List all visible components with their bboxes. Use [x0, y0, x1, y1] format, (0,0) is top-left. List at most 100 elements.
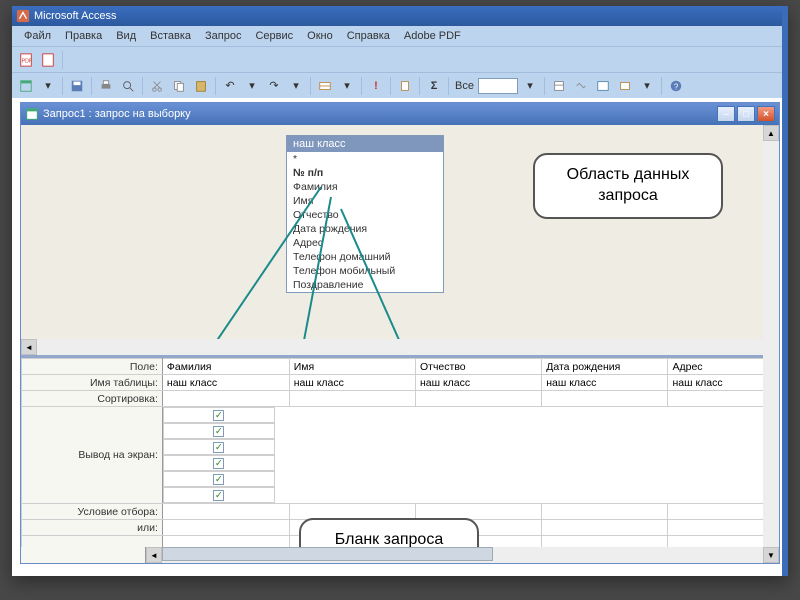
- grid-cell[interactable]: наш класс: [289, 375, 415, 391]
- menu-query[interactable]: Запрос: [199, 29, 247, 43]
- field-item-pk[interactable]: № п/п: [287, 166, 443, 180]
- menu-insert[interactable]: Вставка: [144, 29, 197, 43]
- undo-icon[interactable]: ↶: [220, 76, 240, 96]
- application-window: Microsoft Access Файл Правка Вид Вставка…: [12, 6, 788, 576]
- grid-cell[interactable]: [162, 504, 289, 520]
- save-icon[interactable]: [67, 76, 87, 96]
- menu-view[interactable]: Вид: [110, 29, 142, 43]
- grid-cell[interactable]: Дата рождения: [542, 359, 668, 375]
- child-titlebar: Запрос1 : запрос на выборку – □ ×: [21, 103, 779, 125]
- design-hscrollbar[interactable]: ◄ ►: [21, 339, 779, 355]
- query-design-window: Запрос1 : запрос на выборку – □ × наш кл…: [20, 102, 780, 564]
- grid-cell-show[interactable]: ✓: [163, 439, 275, 455]
- table-fieldlist[interactable]: наш класс * № п/п Фамилия Имя Отчество Д…: [286, 135, 444, 293]
- scroll-up-icon[interactable]: ▲: [763, 125, 779, 141]
- field-item[interactable]: Отчество: [287, 208, 443, 222]
- grid-cell[interactable]: [162, 520, 289, 536]
- svg-text:?: ?: [674, 82, 679, 91]
- pdf-icon[interactable]: PDF: [16, 50, 36, 70]
- chevron-down-icon[interactable]: ▾: [38, 76, 58, 96]
- print-icon[interactable]: [96, 76, 116, 96]
- scroll-down-icon[interactable]: ▼: [763, 547, 779, 563]
- run-icon[interactable]: !: [366, 76, 386, 96]
- fieldlist-title: наш класс: [287, 136, 443, 152]
- cut-icon[interactable]: [147, 76, 167, 96]
- grid-cell[interactable]: [415, 391, 541, 407]
- grid-cell[interactable]: [162, 391, 289, 407]
- showtable-icon[interactable]: [395, 76, 415, 96]
- chevron-down-icon[interactable]: ▾: [242, 76, 262, 96]
- rowlabel-criteria: Условие отбора:: [22, 504, 163, 520]
- field-item[interactable]: Поздравление: [287, 278, 443, 292]
- grid-cell[interactable]: [542, 520, 668, 536]
- grid-cell[interactable]: [542, 391, 668, 407]
- field-item[interactable]: Имя: [287, 194, 443, 208]
- rowlabel-show: Вывод на экран:: [22, 407, 163, 504]
- child-title: Запрос1 : запрос на выборку: [43, 108, 191, 120]
- grid-cell[interactable]: Фамилия: [162, 359, 289, 375]
- rowlabel-sort: Сортировка:: [22, 391, 163, 407]
- grid-cell[interactable]: наш класс: [542, 375, 668, 391]
- grid-hscrollbar[interactable]: ◄ ►: [21, 547, 779, 563]
- chevron-down-icon[interactable]: ▾: [520, 76, 540, 96]
- preview-icon[interactable]: [118, 76, 138, 96]
- rowlabel-field: Поле:: [22, 359, 163, 375]
- grid-cell-show[interactable]: ✓: [163, 407, 275, 423]
- menubar: Файл Правка Вид Вставка Запрос Сервис Ок…: [12, 26, 788, 46]
- callout-data-area: Область данных запроса: [533, 153, 723, 219]
- tabletype-icon[interactable]: [315, 76, 335, 96]
- redo-icon[interactable]: ↷: [264, 76, 284, 96]
- grid-cell[interactable]: [542, 504, 668, 520]
- right-taskpane-edge: [782, 6, 788, 576]
- view-icon[interactable]: [16, 76, 36, 96]
- grid-cell-show[interactable]: ✓: [163, 487, 275, 503]
- field-item[interactable]: Дата рождения: [287, 222, 443, 236]
- menu-help[interactable]: Справка: [341, 29, 396, 43]
- builder-icon[interactable]: [571, 76, 591, 96]
- all-label: Все: [453, 80, 476, 92]
- sigma-icon[interactable]: Σ: [424, 76, 444, 96]
- query-grid[interactable]: Поле: Фамилия Имя Отчество Дата рождения…: [21, 355, 779, 563]
- app-title: Microsoft Access: [34, 10, 117, 22]
- maximize-button[interactable]: □: [737, 106, 755, 122]
- rowlabel-or: или:: [22, 520, 163, 536]
- field-item[interactable]: Фамилия: [287, 180, 443, 194]
- menu-window[interactable]: Окно: [301, 29, 339, 43]
- field-item[interactable]: *: [287, 152, 443, 166]
- grid-cell-show[interactable]: ✓: [163, 455, 275, 471]
- paste-icon[interactable]: [191, 76, 211, 96]
- menu-adobe-pdf[interactable]: Adobe PDF: [398, 29, 467, 43]
- return-input[interactable]: [478, 78, 518, 94]
- grid-cell[interactable]: Имя: [289, 359, 415, 375]
- menu-edit[interactable]: Правка: [59, 29, 108, 43]
- field-item[interactable]: Адрес: [287, 236, 443, 250]
- grid-cell[interactable]: [289, 391, 415, 407]
- properties-icon[interactable]: [549, 76, 569, 96]
- scroll-left-icon[interactable]: ◄: [21, 339, 37, 355]
- grid-cell-show[interactable]: ✓: [163, 423, 275, 439]
- svg-text:PDF: PDF: [22, 58, 33, 64]
- newobject-icon[interactable]: [615, 76, 635, 96]
- minimize-button[interactable]: –: [717, 106, 735, 122]
- grid-cell[interactable]: наш класс: [162, 375, 289, 391]
- menu-service[interactable]: Сервис: [249, 29, 299, 43]
- grid-cell-show[interactable]: ✓: [163, 471, 275, 487]
- titlebar: Microsoft Access: [12, 6, 788, 26]
- chevron-down-icon[interactable]: ▾: [286, 76, 306, 96]
- dbwindow-icon[interactable]: [593, 76, 613, 96]
- pdf-mail-icon[interactable]: [38, 50, 58, 70]
- scroll-left-icon[interactable]: ◄: [146, 547, 162, 563]
- menu-file[interactable]: Файл: [18, 29, 57, 43]
- design-area[interactable]: наш класс * № п/п Фамилия Имя Отчество Д…: [21, 125, 779, 355]
- grid-cell[interactable]: наш класс: [415, 375, 541, 391]
- help-icon[interactable]: ?: [666, 76, 686, 96]
- field-item[interactable]: Телефон домашний: [287, 250, 443, 264]
- child-vscrollbar[interactable]: ▲ ▼: [763, 125, 779, 563]
- grid-cell[interactable]: Отчество: [415, 359, 541, 375]
- chevron-down-icon[interactable]: ▾: [337, 76, 357, 96]
- copy-icon[interactable]: [169, 76, 189, 96]
- query-icon: [25, 107, 39, 121]
- chevron-down-icon[interactable]: ▾: [637, 76, 657, 96]
- field-item[interactable]: Телефон мобильный: [287, 264, 443, 278]
- close-button[interactable]: ×: [757, 106, 775, 122]
